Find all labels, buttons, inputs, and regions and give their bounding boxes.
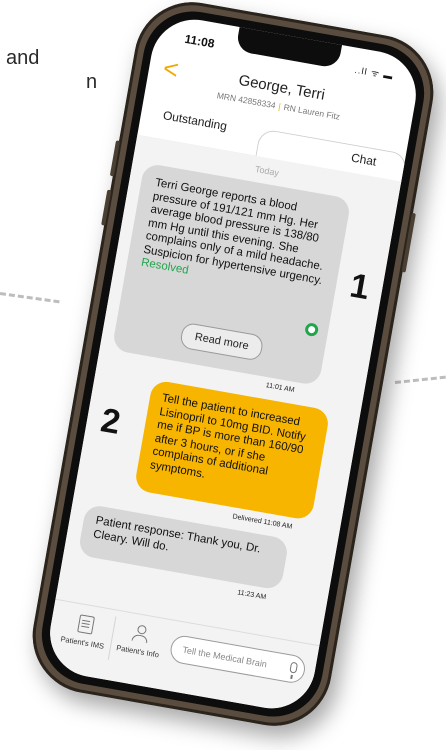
- clipboard-icon: [76, 614, 95, 635]
- user-icon: [130, 624, 151, 644]
- signal-wifi-battery-icon: ..ll ᯤ ▬: [353, 64, 395, 82]
- dashed-connector-left: [0, 292, 60, 304]
- power-button: [401, 212, 416, 273]
- background-caption: and n: [0, 46, 97, 94]
- message-input-wrapper: [168, 633, 308, 685]
- patients-info-label: Patient's Info: [115, 643, 160, 660]
- message-3-time: 11:23 AM: [236, 589, 267, 602]
- microphone-icon[interactable]: [289, 661, 299, 674]
- step-number-1: 1: [347, 266, 373, 308]
- order-message-text: Tell the patient to increased Lisinopril…: [149, 392, 307, 481]
- step-number-2: 2: [97, 401, 124, 442]
- phone-screen: 11:08 ..ll ᯤ ▬ < George, Terri MRN 42858…: [43, 12, 423, 716]
- status-time: 11:08: [183, 31, 216, 51]
- check-circle-icon: [304, 322, 320, 338]
- patients-info-button[interactable]: Patient's Info: [109, 620, 170, 660]
- caption-line-2: n: [86, 71, 98, 93]
- read-more-button[interactable]: Read more: [179, 321, 265, 362]
- order-message-bubble: Tell the patient to increased Lisinopril…: [133, 379, 331, 521]
- patients-ims-label: Patient's IMS: [59, 634, 105, 651]
- volume-down-button: [101, 189, 112, 226]
- phone-device: 11:08 ..ll ᯤ ▬ < George, Terri MRN 42858…: [23, 0, 443, 735]
- alert-message-bubble: Terri George reports a blood pressure of…: [111, 162, 352, 387]
- message-1-time: 11:01 AM: [265, 382, 295, 395]
- meta-separator: |: [277, 101, 282, 112]
- volume-up-button: [109, 140, 121, 177]
- dashed-connector-right: [394, 375, 446, 384]
- medical-brain-input[interactable]: [180, 636, 285, 680]
- patients-ims-button[interactable]: Patient's IMS: [54, 611, 115, 652]
- caption-line-1: and: [6, 47, 40, 69]
